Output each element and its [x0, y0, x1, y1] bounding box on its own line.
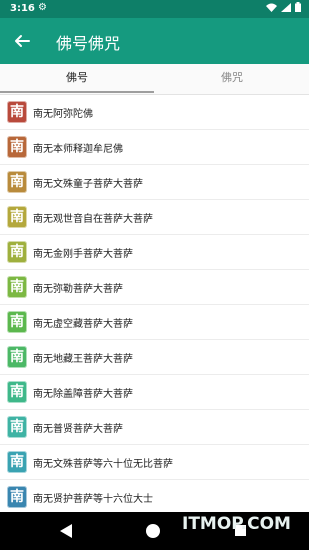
watermark: ITMOP.COM — [182, 514, 291, 534]
tab-indicator — [0, 91, 154, 93]
tab-bar: 佛号 佛咒 — [0, 64, 309, 95]
list-item-label: 南无弥勒菩萨大菩萨 — [33, 283, 123, 295]
list-item[interactable]: 南南无弥勒菩萨大菩萨 — [0, 270, 309, 305]
list-item[interactable]: 南南无地藏王菩萨大菩萨 — [0, 340, 309, 375]
arrow-back-icon — [15, 35, 30, 47]
nav-back-icon[interactable] — [60, 524, 72, 538]
status-bar: 3:16 ⚙ — [0, 0, 309, 18]
list-item[interactable]: 南南无文殊菩萨等六十位无比菩萨 — [0, 445, 309, 480]
list-item-label: 南无本师释迦牟尼佛 — [33, 143, 123, 155]
nan-character-icon: 南 — [7, 241, 27, 263]
nan-character-icon: 南 — [7, 486, 27, 508]
nan-character-icon: 南 — [7, 171, 27, 193]
battery-icon — [295, 2, 301, 12]
nan-character-icon: 南 — [7, 311, 27, 333]
nav-home-icon[interactable] — [146, 524, 160, 538]
nan-character-icon: 南 — [7, 136, 27, 158]
wifi-icon — [266, 3, 277, 12]
nan-character-icon: 南 — [7, 346, 27, 368]
list-item-label: 南无金刚手菩萨大菩萨 — [33, 248, 133, 260]
list-item-label: 南无文殊童子菩萨大菩萨 — [33, 178, 143, 190]
list-item[interactable]: 南南无除盖障菩萨大菩萨 — [0, 375, 309, 410]
list-item[interactable]: 南南无贤护菩萨等十六位大士 — [0, 480, 309, 515]
list-item[interactable]: 南南无本师释迦牟尼佛 — [0, 130, 309, 165]
list-item-label: 南无虚空藏菩萨大菩萨 — [33, 318, 133, 330]
tab-buddha-names[interactable]: 佛号 — [0, 64, 154, 94]
list-item-label: 南无普贤菩萨大菩萨 — [33, 423, 123, 435]
list-item[interactable]: 南南无阿弥陀佛 — [0, 95, 309, 130]
list-item[interactable]: 南南无观世音自在菩萨大菩萨 — [0, 200, 309, 235]
list-item-label: 南无观世音自在菩萨大菩萨 — [33, 213, 153, 225]
list-item-label: 南无阿弥陀佛 — [33, 108, 93, 120]
list-item[interactable]: 南南无文殊童子菩萨大菩萨 — [0, 165, 309, 200]
status-icons — [266, 2, 301, 12]
app-toolbar: 佛号佛咒 — [0, 18, 309, 64]
nan-character-icon: 南 — [7, 451, 27, 473]
nan-character-icon: 南 — [7, 206, 27, 228]
buddha-name-list: 南南无阿弥陀佛南南无本师释迦牟尼佛南南无文殊童子菩萨大菩萨南南无观世音自在菩萨大… — [0, 95, 309, 515]
nan-character-icon: 南 — [7, 101, 27, 123]
list-item-label: 南无除盖障菩萨大菩萨 — [33, 388, 133, 400]
nan-character-icon: 南 — [7, 276, 27, 298]
nan-character-icon: 南 — [7, 416, 27, 438]
list-item-label: 南无地藏王菩萨大菩萨 — [33, 353, 133, 365]
settings-gear-icon: ⚙ — [38, 2, 47, 13]
tab-mantras[interactable]: 佛咒 — [155, 64, 309, 94]
nan-character-icon: 南 — [7, 381, 27, 403]
page-title: 佛号佛咒 — [56, 34, 121, 53]
list-item[interactable]: 南南无普贤菩萨大菩萨 — [0, 410, 309, 445]
list-item[interactable]: 南南无金刚手菩萨大菩萨 — [0, 235, 309, 270]
cellular-signal-icon — [281, 2, 291, 12]
list-item-label: 南无文殊菩萨等六十位无比菩萨 — [33, 458, 173, 470]
back-button[interactable] — [8, 27, 36, 55]
status-time: 3:16 — [10, 3, 35, 14]
list-item-label: 南无贤护菩萨等十六位大士 — [33, 493, 153, 505]
list-item[interactable]: 南南无虚空藏菩萨大菩萨 — [0, 305, 309, 340]
